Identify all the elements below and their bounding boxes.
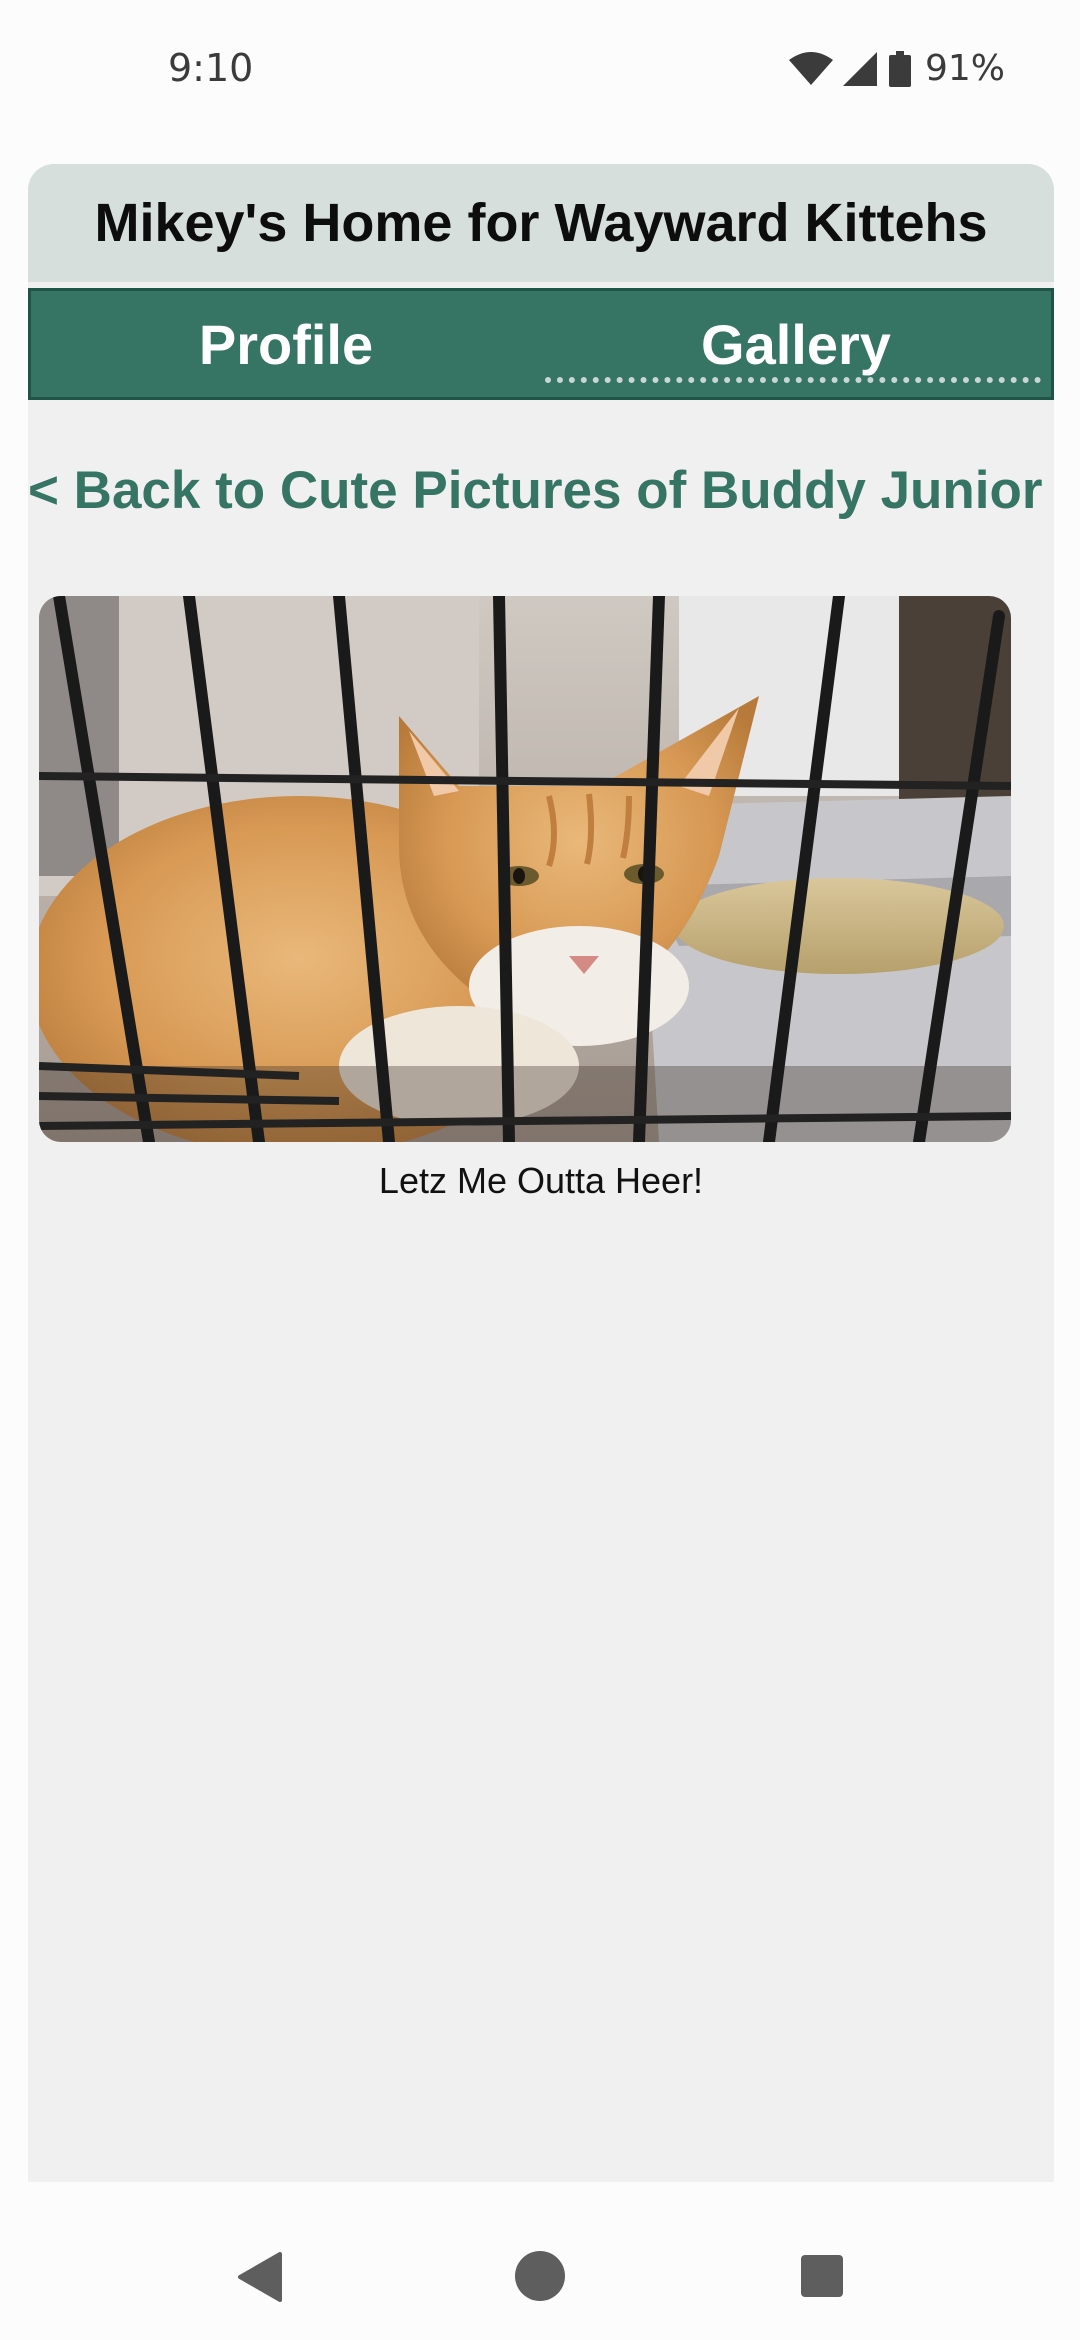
battery-percentage: 91%	[924, 48, 1005, 89]
app-container: Mikey's Home for Wayward Kittehs Profile…	[28, 164, 1054, 2182]
wifi-icon	[788, 51, 833, 86]
app-header: Mikey's Home for Wayward Kittehs	[28, 164, 1054, 282]
status-time: 9:10	[168, 46, 254, 90]
home-circle-icon[interactable]	[514, 2250, 566, 2307]
app-nav: Profile Gallery	[28, 288, 1054, 400]
cat-photo-illustration	[39, 596, 1011, 1142]
photo-caption: Letz Me Outta Heer!	[378, 1160, 704, 1201]
recents-square-icon[interactable]	[800, 2254, 844, 2303]
status-icons: 91%	[788, 48, 1005, 89]
cat-photo[interactable]	[39, 596, 1011, 1142]
app-title: Mikey's Home for Wayward Kittehs	[94, 193, 988, 253]
battery-icon	[888, 50, 911, 87]
status-bar: 9:10 91%	[0, 0, 1080, 140]
cell-signal-icon	[842, 51, 879, 86]
back-triangle-icon[interactable]	[236, 2252, 282, 2307]
active-tab-indicator	[545, 377, 1041, 383]
back-to-gallery-link[interactable]: < Back to Cute Pictures of Buddy Junior	[28, 460, 1054, 521]
tab-profile[interactable]: Profile	[31, 291, 541, 397]
system-nav-bar	[0, 2182, 1080, 2340]
